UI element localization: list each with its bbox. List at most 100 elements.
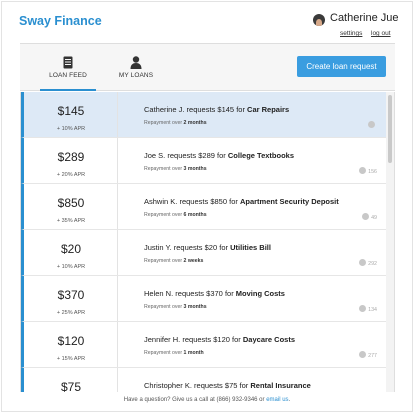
loan-purpose: Apartment Security Deposit [239,197,339,206]
coin-icon [359,305,367,312]
borrower-name: Ashwin K. [144,197,178,206]
create-loan-request-button[interactable]: Create loan request [297,56,386,77]
amount-column: $120 + 15% APR [24,322,118,367]
amount-column: $850 + 35% APR [24,184,118,229]
repayment-prefix: Repayment over [144,166,183,172]
requested-amount: $145 [217,105,235,114]
repayment-term: Repayment over 2 weeks [144,258,203,264]
loan-apr: + 15% APR [56,356,86,362]
for-word: for [239,381,249,390]
loan-row[interactable]: $370 + 25% APR Helen N. requests $370 for … [21,276,387,322]
for-word: for [219,243,229,252]
repayment-term: Repayment over 2 months [144,120,207,126]
tab-loan-feed-label: LOAN FEED [49,72,87,79]
amount-column: $370 + 25% APR [24,276,118,321]
logout-link[interactable]: log out [371,30,391,37]
loan-apr: + 25% APR [56,310,86,316]
score-value: 292 [368,261,377,267]
user-name: Catherine Jue [330,12,399,24]
for-word: for [224,289,234,298]
lender-score: 277 [359,351,377,359]
tab-loan-feed[interactable]: LOAN FEED [40,44,96,91]
repayment-duration: 3 months [183,304,207,310]
tab-my-loans[interactable]: MY LOANS [106,44,166,91]
loan-apr: + 10% APR [56,126,86,132]
requested-amount: $850 [210,197,228,206]
score-value: 277 [368,353,377,359]
repayment-prefix: Repayment over [144,120,183,126]
lender-score: 49 [362,213,377,221]
requests-word: requests [182,335,212,344]
loan-row[interactable]: $75 Christopher K. requests $75 for Renta… [21,368,387,392]
coin-icon [362,213,370,220]
repayment-duration: 3 months [183,166,207,172]
loan-title: Jennifer H. requests $120 for Daycare Co… [144,335,295,344]
footer-text: Have a question? Give us a call at (866)… [123,397,265,403]
repayment-prefix: Repayment over [144,304,183,310]
loan-row[interactable]: $145 + 10% APR Catherine J. requests $145 … [21,92,387,138]
coin-icon [359,259,367,266]
requests-word: requests [194,381,223,390]
score-value: 156 [368,169,377,175]
score-value: 134 [368,307,377,313]
amount-column: $20 + 10% APR [24,230,118,275]
repayment-duration: 2 weeks [183,258,204,264]
loan-title: Joe S. requests $289 for College Textboo… [144,151,294,160]
scrollbar-thumb[interactable] [388,95,392,163]
repayment-term: Repayment over 1 month [144,350,204,356]
loan-title: Helen N. requests $370 for Moving Costs [144,289,285,298]
loan-purpose: Daycare Costs [242,335,296,344]
footer-end: . [288,397,291,403]
loan-row[interactable]: $20 + 10% APR Justin Y. requests $20 for U… [21,230,387,276]
loan-title: Ashwin K. requests $850 for Apartment Se… [144,197,339,206]
loan-title: Catherine J. requests $145 for Car Repai… [144,105,289,114]
requested-amount: $289 [198,151,215,160]
settings-link[interactable]: settings [340,30,362,37]
loan-row[interactable]: $289 + 20% APR Joe S. requests $289 for Co… [21,138,387,184]
tab-my-loans-label: MY LOANS [118,72,154,79]
loan-apr: + 10% APR [56,264,86,270]
loan-amount: $370 [57,288,85,302]
amount-column: $289 + 20% APR [24,138,118,183]
loan-title: Christopher K. requests $75 for Rental I… [144,381,311,390]
loan-amount: $850 [57,196,85,210]
repayment-term: Repayment over 3 months [144,304,207,310]
person-icon [130,56,142,69]
for-word: for [232,335,241,344]
borrower-name: Catherine J. [144,105,185,114]
for-word: for [236,105,245,114]
borrower-name: Justin Y. [144,243,172,252]
loan-purpose: Moving Costs [235,289,285,298]
lender-score: 134 [359,305,377,313]
loan-row[interactable]: $850 + 35% APR Ashwin K. requests $850 for… [21,184,387,230]
requests-word: requests [167,151,197,160]
brand-logo[interactable]: Sway Finance [19,14,102,28]
repayment-prefix: Repayment over [144,258,183,264]
loan-amount: $145 [57,104,85,118]
loan-purpose: Rental Insurance [250,381,311,390]
repayment-prefix: Repayment over [144,212,183,218]
coin-icon [359,351,367,358]
email-us-link[interactable]: email us [266,397,288,403]
loan-purpose: Car Repairs [247,105,290,114]
loan-apr: + 20% APR [56,172,86,178]
borrower-name: Jennifer H. [144,335,181,344]
for-word: for [217,151,226,160]
loan-amount: $20 [60,242,82,256]
footer: Have a question? Give us a call at (866)… [0,397,414,403]
repayment-duration: 6 months [183,212,207,218]
repayment-prefix: Repayment over [144,350,183,356]
toolbar: LOAN FEED MY LOANS Create loan request [20,43,395,91]
loan-row[interactable]: $120 + 15% APR Jennifer H. requests $120 f… [21,322,387,368]
loan-feed-list[interactable]: $145 + 10% APR Catherine J. requests $145 … [20,92,395,392]
requested-amount: $75 [224,381,238,390]
requested-amount: $120 [213,335,230,344]
requested-amount: $20 [204,243,218,252]
for-word: for [229,197,238,206]
app-header: Sway Finance Catherine Jue settings log … [0,0,412,42]
borrower-name: Joe S. [144,151,166,160]
loan-amount: $75 [60,380,82,392]
requested-amount: $370 [206,289,223,298]
repayment-term: Repayment over 6 months [144,212,207,218]
avatar[interactable] [313,14,325,26]
